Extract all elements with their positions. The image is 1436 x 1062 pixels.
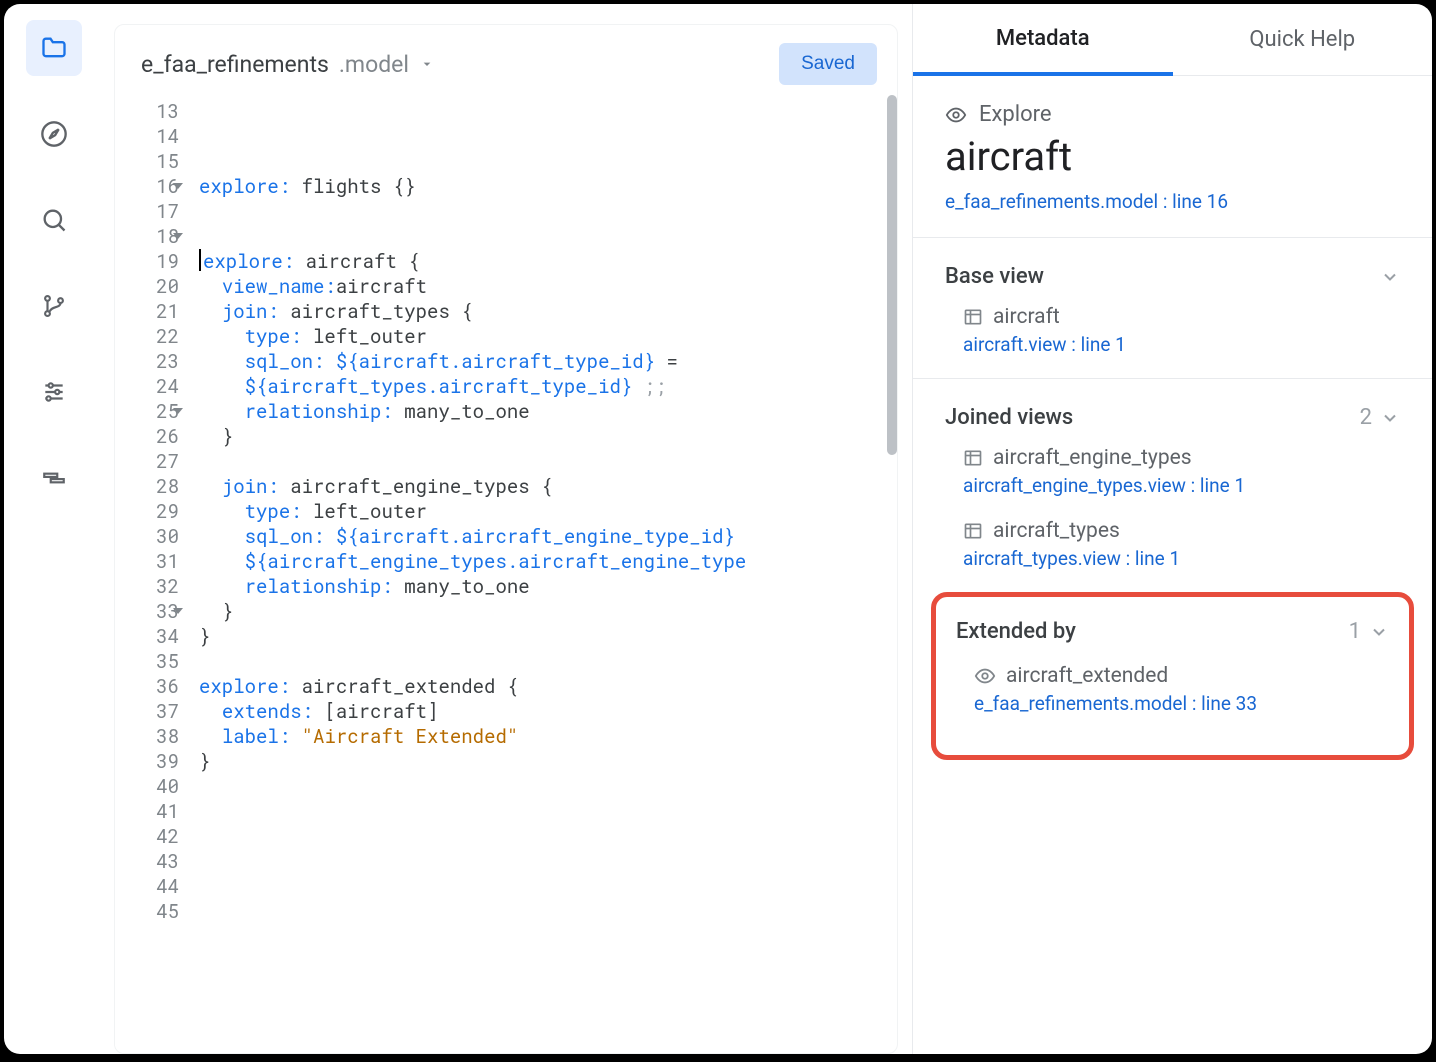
nav-folder[interactable]: [26, 20, 82, 76]
section-base-view-items: aircraft aircraft.view : line 1: [945, 305, 1400, 356]
folder-icon: [40, 34, 68, 62]
chevron-down-icon: [419, 56, 435, 72]
view-icon: [963, 521, 983, 541]
metadata-item: aircraft_engine_types aircraft_engine_typ…: [963, 446, 1400, 497]
file-base: e_faa_refinements: [141, 51, 329, 78]
metadata-item-name: aircraft_extended: [974, 664, 1389, 688]
view-icon: [963, 307, 983, 327]
section-label: Joined views: [945, 405, 1073, 430]
nav-compass[interactable]: [26, 106, 82, 162]
metadata-item: aircraft_extended e_faa_refinements.model…: [974, 664, 1389, 715]
nav-layout[interactable]: [26, 450, 82, 506]
metadata-item-location-link[interactable]: aircraft_types.view : line 1: [963, 547, 1400, 570]
tab-metadata[interactable]: Metadata: [913, 4, 1173, 76]
save-status-button[interactable]: Saved: [779, 43, 877, 85]
editor-panel: e_faa_refinements .model Saved 1314151617…: [104, 4, 912, 1054]
section-joined-views[interactable]: Joined views 2: [945, 405, 1400, 430]
chevron-down-icon: [1380, 267, 1400, 287]
chevron-down-icon: [1380, 408, 1400, 428]
extended-by-highlight: Extended by 1 aircraft_extended e_faa_ref…: [931, 592, 1414, 760]
view-icon: [963, 448, 983, 468]
nav-search[interactable]: [26, 192, 82, 248]
metadata-item: aircraft_types aircraft_types.view : line…: [963, 519, 1400, 570]
metadata-item-location-link[interactable]: aircraft.view : line 1: [963, 333, 1400, 356]
git-branch-icon: [41, 293, 67, 319]
metadata-item: aircraft aircraft.view : line 1: [963, 305, 1400, 356]
metadata-item-name: aircraft_types: [963, 519, 1400, 543]
metadata-item-location-link[interactable]: aircraft_engine_types.view : line 1: [963, 474, 1400, 497]
metadata-item-location-link[interactable]: e_faa_refinements.model : line 33: [974, 692, 1389, 715]
file-ext: .model: [339, 51, 409, 78]
section-label: Base view: [945, 264, 1044, 289]
line-number-gutter: 1314151617181920212223242526272829303132…: [115, 95, 189, 1053]
section-label: Extended by: [956, 619, 1076, 644]
nav-git[interactable]: [26, 278, 82, 334]
nav-sliders[interactable]: [26, 364, 82, 420]
metadata-item-name: aircraft_engine_types: [963, 446, 1400, 470]
metadata-panel: Metadata Quick Help Explore aircraft e_f…: [912, 4, 1432, 1054]
left-nav-rail: [4, 4, 104, 1054]
divider: [913, 237, 1432, 238]
section-count: 1: [1349, 619, 1369, 644]
object-location-link[interactable]: e_faa_refinements.model : line 16: [945, 190, 1400, 213]
section-extended-by-items: aircraft_extended e_faa_refinements.model…: [946, 660, 1399, 715]
section-base-view[interactable]: Base view: [945, 264, 1400, 289]
object-title: aircraft: [945, 133, 1400, 180]
explore-icon: [945, 104, 967, 126]
chevron-down-icon: [1369, 622, 1389, 642]
section-joined-views-items: aircraft_engine_types aircraft_engine_typ…: [945, 446, 1400, 570]
divider: [913, 378, 1432, 379]
metadata-item-name: aircraft: [963, 305, 1400, 329]
code-content[interactable]: explore: flights {}explore: aircraft { v…: [189, 95, 897, 1053]
search-icon: [40, 206, 68, 234]
section-extended-by[interactable]: Extended by 1: [946, 619, 1399, 644]
compass-icon: [40, 120, 68, 148]
tab-quick-help[interactable]: Quick Help: [1173, 4, 1433, 76]
explore-icon: [974, 665, 996, 687]
object-kind: Explore: [979, 102, 1052, 127]
sliders-icon: [41, 379, 67, 405]
layout-icon: [41, 465, 67, 491]
file-name-dropdown[interactable]: e_faa_refinements .model: [141, 51, 435, 78]
section-count: 2: [1360, 405, 1380, 430]
code-editor[interactable]: 1314151617181920212223242526272829303132…: [115, 95, 897, 1053]
